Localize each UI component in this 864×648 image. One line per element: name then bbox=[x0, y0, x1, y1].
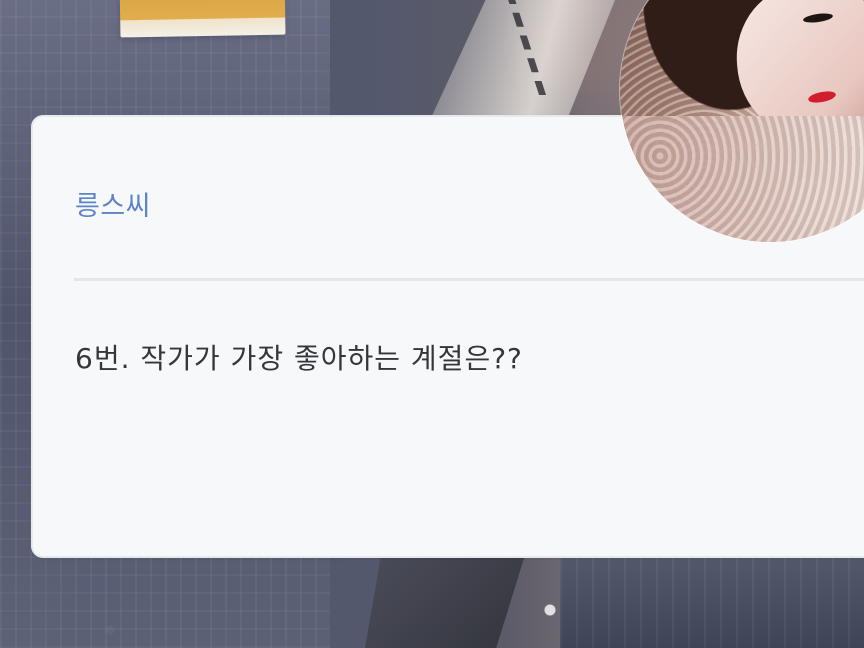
background-shadow bbox=[365, 555, 525, 648]
header-divider bbox=[74, 278, 864, 281]
background-jacket-label bbox=[119, 0, 286, 38]
author-avatar bbox=[620, 0, 864, 242]
question-text: 6번. 작가가 가장 좋아하는 계절은?? bbox=[75, 342, 523, 375]
avatar-clothing bbox=[620, 116, 864, 242]
message-screen: 릉스씨 6번. 작가가 가장 좋아하는 계절은?? bbox=[0, 0, 864, 648]
author-name: 릉스씨 bbox=[75, 191, 152, 222]
background-photo-right bbox=[560, 550, 864, 648]
